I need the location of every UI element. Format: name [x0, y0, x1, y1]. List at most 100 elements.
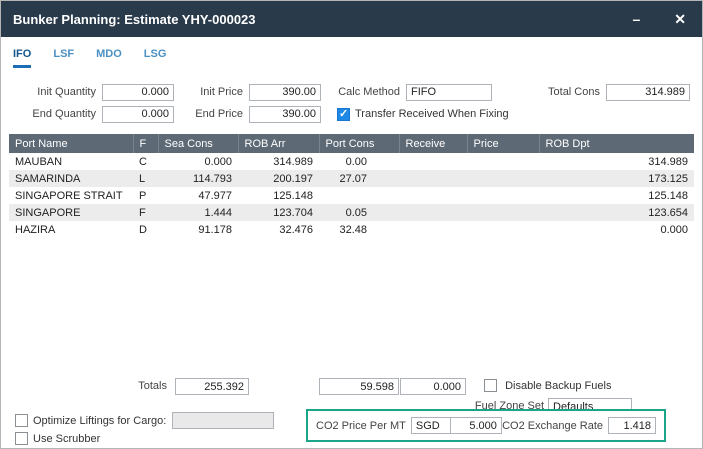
- close-button[interactable]: ✕: [670, 10, 690, 28]
- table-cell: 200.197: [238, 170, 319, 187]
- table-cell: C: [133, 153, 158, 170]
- table-cell: SAMARINDA: [9, 170, 133, 187]
- table-cell: 125.148: [539, 187, 694, 204]
- grid-header-row: Port NameFSea ConsROB ArrPort ConsReceiv…: [9, 134, 694, 153]
- totals-label: Totals: [101, 380, 167, 392]
- table-cell: 91.178: [158, 221, 238, 238]
- total-cons-label: Total Cons: [540, 86, 600, 98]
- totals-receive-input[interactable]: [400, 378, 466, 395]
- co2-price-input[interactable]: [450, 417, 502, 434]
- minimize-button[interactable]: –: [628, 10, 644, 28]
- table-cell: 1.444: [158, 204, 238, 221]
- end-quantity-input[interactable]: [102, 106, 174, 123]
- window-title: Bunker Planning: Estimate YHY-000023: [13, 12, 256, 27]
- grid-body: MAUBANC0.000314.9890.00314.989SAMARINDAL…: [9, 153, 694, 238]
- table-cell: L: [133, 170, 158, 187]
- table-cell: [399, 204, 467, 221]
- table-cell: SINGAPORE: [9, 204, 133, 221]
- disable-backup-fuels-checkbox[interactable]: [484, 379, 497, 392]
- totals-port-cons-input[interactable]: [319, 378, 399, 395]
- co2-settings-box: CO2 Price Per MT CO2 Exchange Rate: [306, 409, 666, 442]
- column-header[interactable]: Receive: [399, 134, 467, 153]
- totals-sea-cons-input[interactable]: [175, 378, 249, 395]
- column-header[interactable]: Port Cons: [319, 134, 399, 153]
- table-cell: [399, 221, 467, 238]
- tab-lsg[interactable]: LSG: [144, 48, 167, 68]
- table-cell: 32.48: [319, 221, 399, 238]
- table-cell: [467, 153, 539, 170]
- end-quantity-label: End Quantity: [31, 108, 96, 120]
- form-row-1: Init Quantity Init Price Calc Method Tot…: [1, 83, 702, 101]
- table-cell: [467, 170, 539, 187]
- bunker-grid: Port NameFSea ConsROB ArrPort ConsReceiv…: [9, 134, 694, 374]
- co2-exchange-rate-input[interactable]: [608, 417, 656, 434]
- init-price-label: Init Price: [188, 86, 243, 98]
- table-cell: P: [133, 187, 158, 204]
- end-price-input[interactable]: [249, 106, 321, 123]
- table-cell: F: [133, 204, 158, 221]
- table-cell: 47.977: [158, 187, 238, 204]
- table-cell: D: [133, 221, 158, 238]
- tab-lsf[interactable]: LSF: [53, 48, 74, 68]
- table-cell: [467, 221, 539, 238]
- init-price-input[interactable]: [249, 84, 321, 101]
- totals-row: Totals Disable Backup Fuels: [9, 378, 694, 396]
- table-row[interactable]: MAUBANC0.000314.9890.00314.989: [9, 153, 694, 170]
- init-quantity-input[interactable]: [102, 84, 174, 101]
- table-cell: 125.148: [238, 187, 319, 204]
- table-cell: [467, 187, 539, 204]
- co2-currency-input[interactable]: [411, 417, 451, 434]
- calc-method-label: Calc Method: [335, 86, 400, 98]
- use-scrubber-label: Use Scrubber: [33, 433, 100, 445]
- table-cell: [399, 153, 467, 170]
- table-row[interactable]: SAMARINDAL114.793200.19727.07 173.125: [9, 170, 694, 187]
- total-cons-input[interactable]: [606, 84, 690, 101]
- titlebar: Bunker Planning: Estimate YHY-000023 – ✕: [1, 1, 702, 37]
- table-cell: [467, 204, 539, 221]
- table-cell: 314.989: [238, 153, 319, 170]
- column-header[interactable]: ROB Dpt: [539, 134, 694, 153]
- transfer-received-checkbox[interactable]: [337, 108, 350, 121]
- init-quantity-label: Init Quantity: [31, 86, 96, 98]
- fuel-tabs: IFO LSF MDO LSG: [13, 48, 166, 68]
- use-scrubber-checkbox[interactable]: [15, 432, 28, 445]
- table-cell: 0.000: [539, 221, 694, 238]
- optimize-liftings-row: Optimize Liftings for Cargo:: [15, 412, 274, 429]
- table-cell: 123.704: [238, 204, 319, 221]
- table-row[interactable]: HAZIRAD91.17832.47632.48 0.000: [9, 221, 694, 238]
- table-cell: 27.07: [319, 170, 399, 187]
- tab-mdo[interactable]: MDO: [96, 48, 122, 68]
- column-header[interactable]: Price: [467, 134, 539, 153]
- table-cell: 0.00: [319, 153, 399, 170]
- tab-ifo[interactable]: IFO: [13, 48, 31, 68]
- table-row[interactable]: SINGAPORE STRAITP47.977125.148125.148: [9, 187, 694, 204]
- column-header[interactable]: Sea Cons: [158, 134, 238, 153]
- column-header[interactable]: Port Name: [9, 134, 133, 153]
- co2-exchange-rate-label: CO2 Exchange Rate: [502, 420, 603, 432]
- end-price-label: End Price: [188, 108, 243, 120]
- table-cell: 314.989: [539, 153, 694, 170]
- table-cell: 173.125: [539, 170, 694, 187]
- table-cell: [399, 170, 467, 187]
- column-header[interactable]: F: [133, 134, 158, 153]
- table-cell: SINGAPORE STRAIT: [9, 187, 133, 204]
- disable-backup-fuels-label: Disable Backup Fuels: [505, 380, 611, 392]
- table-cell: [399, 187, 467, 204]
- transfer-received-label: Transfer Received When Fixing: [355, 108, 509, 120]
- use-scrubber-row: Use Scrubber: [15, 432, 100, 445]
- co2-price-label: CO2 Price Per MT: [316, 420, 406, 432]
- optimize-liftings-checkbox[interactable]: [15, 414, 28, 427]
- table-cell: HAZIRA: [9, 221, 133, 238]
- table-cell: MAUBAN: [9, 153, 133, 170]
- table-cell: 0.05: [319, 204, 399, 221]
- table-row[interactable]: SINGAPOREF1.444123.7040.05 123.654: [9, 204, 694, 221]
- table-cell: 123.654: [539, 204, 694, 221]
- table-cell: 114.793: [158, 170, 238, 187]
- column-header[interactable]: ROB Arr: [238, 134, 319, 153]
- table-cell: 32.476: [238, 221, 319, 238]
- optimize-liftings-label: Optimize Liftings for Cargo:: [33, 415, 166, 427]
- optimize-liftings-input[interactable]: [172, 412, 274, 429]
- form-row-2: End Quantity End Price Transfer Received…: [1, 105, 702, 123]
- table-cell: 0.000: [158, 153, 238, 170]
- calc-method-input[interactable]: [406, 84, 492, 101]
